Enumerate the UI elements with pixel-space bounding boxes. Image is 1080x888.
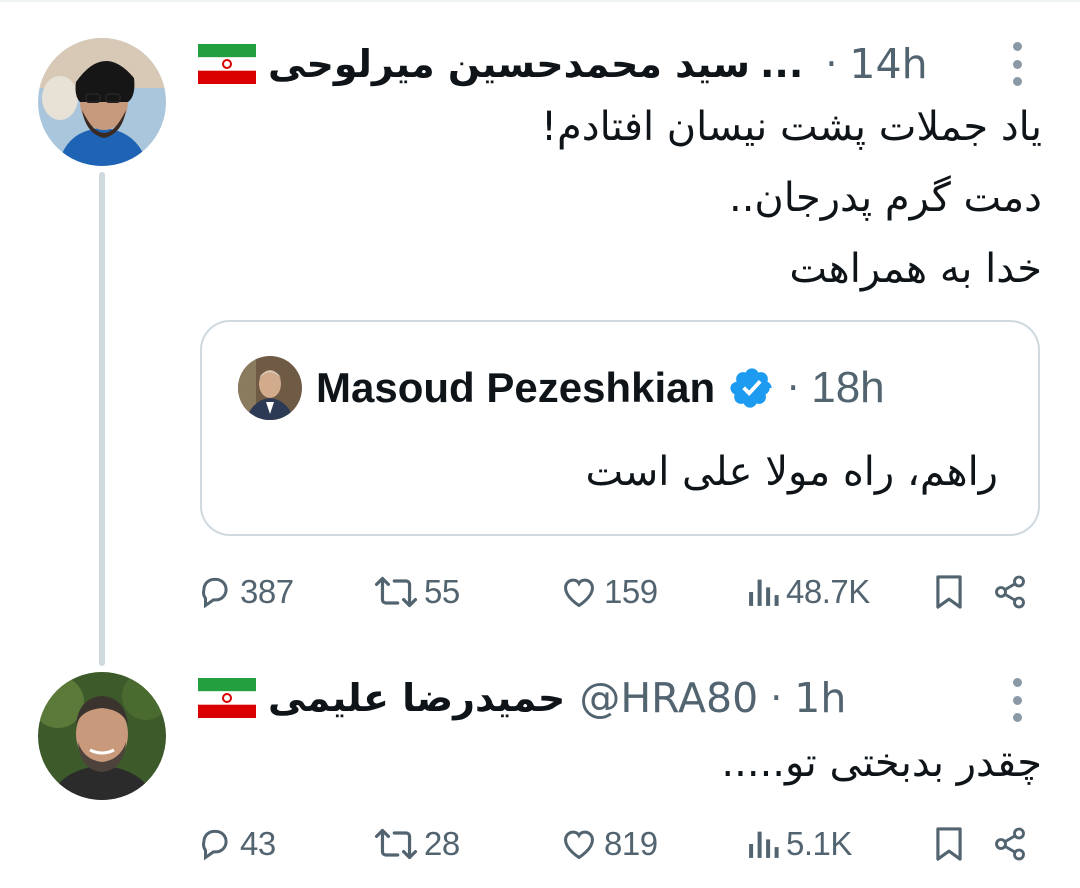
avatar[interactable] <box>38 38 166 166</box>
repost-button[interactable]: 55 <box>374 567 460 617</box>
quoted-tweet-text: راهم، راه مولا علی است <box>585 449 998 495</box>
share-icon <box>995 575 1025 609</box>
more-icon[interactable] <box>1010 42 1024 86</box>
repost-icon <box>374 576 418 608</box>
like-button[interactable]: 159 <box>560 567 658 617</box>
views-count: 5.1K <box>786 825 852 862</box>
separator-dot: · <box>825 42 838 86</box>
tweet-actions: 387 55 159 48.7K <box>196 567 1032 617</box>
display-name[interactable]: حمیدرضا علیمی <box>268 676 565 720</box>
tweet-text-line: دمت گرم پدرجان.. <box>729 175 1042 221</box>
reply-button[interactable]: 387 <box>196 567 294 617</box>
like-count: 819 <box>604 825 658 862</box>
display-name[interactable]: سید محمدحسین میرلوحی <box>268 42 750 86</box>
timestamp[interactable]: 18h <box>811 363 884 413</box>
bookmark-button[interactable] <box>932 819 972 869</box>
like-button[interactable]: 819 <box>560 819 658 869</box>
handle[interactable]: @HRA80 <box>579 674 758 722</box>
reply-icon <box>202 829 228 861</box>
timestamp[interactable]: 1h <box>794 674 846 722</box>
bookmark-icon <box>936 575 962 609</box>
quote-header: Masoud Pezeshkian · 18h <box>316 358 885 418</box>
views-icon <box>749 831 779 858</box>
name-ellipsis: ... <box>760 42 804 86</box>
share-button[interactable] <box>992 567 1034 617</box>
share-icon <box>995 827 1025 861</box>
more-icon[interactable] <box>1010 678 1024 722</box>
tweet-text-line: خدا به همراهت <box>789 246 1042 292</box>
repost-icon <box>374 828 418 860</box>
like-count: 159 <box>604 573 658 610</box>
bookmark-button[interactable] <box>932 567 972 617</box>
tweet-header: حمیدرضا علیمی @HRA80 · 1h <box>198 668 846 728</box>
share-button[interactable] <box>992 819 1034 869</box>
tweet-text-line: یاد جملات پشت نیسان افتادم! <box>540 104 1042 150</box>
quoted-tweet[interactable]: Masoud Pezeshkian · 18h راهم، راه مولا ع… <box>200 320 1040 536</box>
bookmark-icon <box>936 827 962 861</box>
iran-flag-icon <box>198 44 256 84</box>
repost-count: 55 <box>424 573 460 610</box>
reply-button[interactable]: 43 <box>196 819 276 869</box>
repost-button[interactable]: 28 <box>374 819 460 869</box>
repost-count: 28 <box>424 825 460 862</box>
reply-count: 43 <box>240 825 276 862</box>
heart-icon <box>564 830 594 860</box>
heart-icon <box>564 578 594 608</box>
timestamp[interactable]: 14h <box>849 40 927 88</box>
thread-line <box>99 172 105 666</box>
display-name[interactable]: Masoud Pezeshkian <box>316 364 715 412</box>
views-icon <box>749 579 779 606</box>
avatar[interactable] <box>38 672 166 800</box>
tweet-text: یاد جملات پشت نیسان افتادم! دمت گرم پدرج… <box>541 92 1042 305</box>
separator-dot: · <box>787 366 800 410</box>
tweet-text: چقدر بدبختی تو..... <box>721 740 1042 786</box>
verified-badge-icon <box>729 365 775 411</box>
iran-flag-icon <box>198 678 256 718</box>
top-divider <box>0 0 1080 2</box>
views-button[interactable]: 48.7K <box>746 567 870 617</box>
views-count: 48.7K <box>786 573 870 610</box>
avatar[interactable] <box>238 356 302 420</box>
tweet-actions: 43 28 819 5.1K <box>196 819 1032 869</box>
views-button[interactable]: 5.1K <box>746 819 852 869</box>
reply-count: 387 <box>240 573 294 610</box>
reply-icon <box>202 577 228 609</box>
tweet-header: سید محمدحسین میرلوحی ... · 14h <box>198 34 928 94</box>
separator-dot: · <box>770 676 783 720</box>
